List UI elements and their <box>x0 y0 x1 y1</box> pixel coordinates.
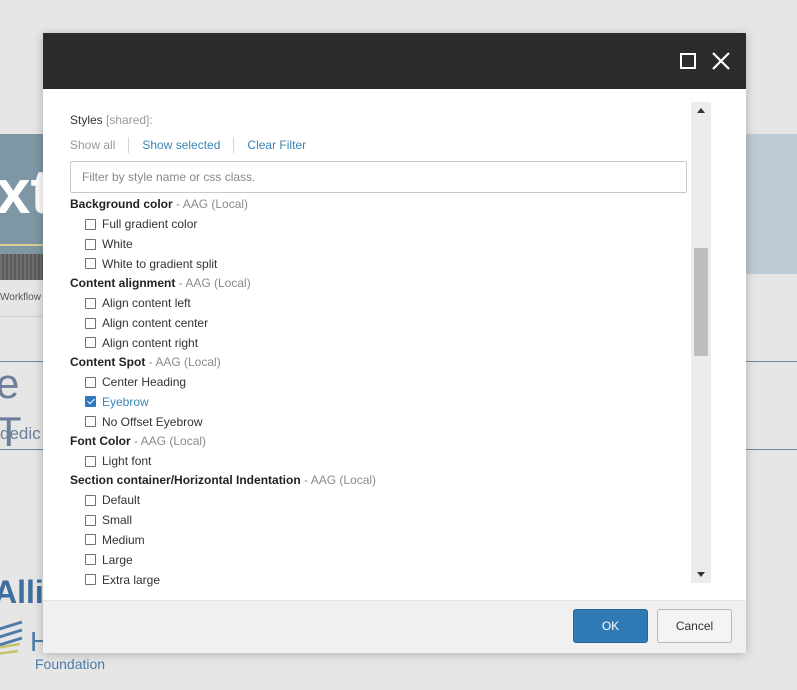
background-strip <box>0 254 43 280</box>
style-option-checkbox[interactable] <box>85 416 96 428</box>
style-option[interactable]: Large <box>70 550 687 570</box>
styles-shared-label: [shared]: <box>106 113 153 127</box>
background-logo-text: Allia <box>0 574 43 610</box>
style-option-label: Eyebrow <box>102 394 149 409</box>
group-source: - AAG (Local) <box>304 472 377 487</box>
style-option-label: Extra large <box>102 572 161 587</box>
style-option[interactable]: Extra large <box>70 570 687 590</box>
dialog-header <box>43 33 746 89</box>
style-option-label: Align content right <box>102 335 199 350</box>
group-source: - AAG (Local) <box>178 275 251 290</box>
style-option-label: White <box>102 237 133 252</box>
style-option-checkbox[interactable] <box>85 238 96 250</box>
background-workflow-tab: Workflow <box>0 292 41 303</box>
styles-dialog: Styles [shared]: Show all Show selected … <box>43 33 746 653</box>
group-source: - AAG (Local) <box>148 354 221 369</box>
style-option-checkbox[interactable] <box>85 534 96 546</box>
logo-mark-icon <box>0 620 23 655</box>
maximize-button[interactable] <box>676 49 700 73</box>
style-option[interactable]: Align content left <box>70 293 687 313</box>
style-option-checkbox[interactable] <box>85 554 96 566</box>
style-group-title: Content alignment - AAG (Local) <box>70 274 687 294</box>
background-banner-text: xt <box>0 158 43 227</box>
background-banner-line <box>0 244 43 246</box>
style-option[interactable]: White to gradient split <box>70 254 687 274</box>
style-option[interactable]: White <box>70 234 687 254</box>
scroll-down-button[interactable] <box>691 565 711 583</box>
cancel-button[interactable]: Cancel <box>657 609 732 643</box>
show-selected-link[interactable]: Show selected <box>129 138 233 152</box>
style-filter-input[interactable] <box>70 161 687 193</box>
filter-links: Show all Show selected Clear Filter <box>70 137 319 153</box>
style-option[interactable]: Medium <box>70 530 687 550</box>
dialog-body: Styles [shared]: Show all Show selected … <box>43 89 746 600</box>
show-all-link[interactable]: Show all <box>70 138 128 152</box>
group-source: - AAG (Local) <box>176 197 249 211</box>
style-option-checkbox[interactable] <box>85 218 96 230</box>
maximize-icon <box>680 53 696 69</box>
style-option-label: Medium <box>102 532 145 547</box>
style-group-title: Background color - AAG (Local) <box>70 195 687 215</box>
scrollbar-thumb[interactable] <box>694 248 708 357</box>
style-option-checkbox[interactable] <box>85 376 96 388</box>
style-option-label: No Offset Eyebrow <box>102 414 203 429</box>
style-option[interactable]: Center Heading <box>70 372 687 392</box>
style-option-label: Default <box>102 493 141 508</box>
close-button[interactable] <box>709 49 733 73</box>
style-option-checkbox[interactable] <box>85 396 96 408</box>
style-option[interactable]: No Offset Eyebrow <box>70 412 687 432</box>
background-banner-right <box>746 134 797 274</box>
style-group-title: Section container/Horizontal Indentation… <box>70 471 687 491</box>
group-name: Background color <box>70 197 173 211</box>
close-icon <box>712 52 730 70</box>
style-option[interactable]: Full gradient color <box>70 215 687 235</box>
style-option[interactable]: Align content center <box>70 313 687 333</box>
style-option[interactable]: Light font <box>70 451 687 471</box>
background-subtext: dedic <box>0 424 41 443</box>
scroll-down-icon <box>697 572 705 577</box>
style-option-label: Large <box>102 552 133 567</box>
styles-label-text: Styles <box>70 113 103 127</box>
style-option-checkbox[interactable] <box>85 258 96 270</box>
clear-filter-link[interactable]: Clear Filter <box>234 138 319 152</box>
style-option-label: White to gradient split <box>102 256 218 271</box>
style-option-checkbox[interactable] <box>85 455 96 467</box>
style-groups: Background color - AAG (Local) Full gradi… <box>70 195 687 589</box>
style-group-title: Content Spot - AAG (Local) <box>70 353 687 373</box>
group-name: Font Color <box>70 433 131 448</box>
vertical-scrollbar[interactable] <box>691 102 711 583</box>
styles-label: Styles [shared]: <box>70 113 153 127</box>
style-option-checkbox[interactable] <box>85 514 96 526</box>
background-divider <box>0 316 43 317</box>
group-source: - AAG (Local) <box>134 433 207 448</box>
ok-button[interactable]: OK <box>573 609 648 643</box>
background-banner: xt <box>0 134 43 254</box>
style-option[interactable]: Small <box>70 510 687 530</box>
group-name: Section container/Horizontal Indentation <box>70 472 301 487</box>
style-option-label: Light font <box>102 454 152 469</box>
style-option[interactable]: Eyebrow <box>70 392 687 412</box>
style-option-checkbox[interactable] <box>85 317 96 329</box>
scroll-up-button[interactable] <box>691 102 711 120</box>
style-option-checkbox[interactable] <box>85 337 96 349</box>
style-option-checkbox[interactable] <box>85 494 96 506</box>
group-name: Content alignment <box>70 275 176 290</box>
background-foundation-label: Foundation <box>35 656 106 672</box>
style-option-label: Align content left <box>102 296 191 311</box>
style-option[interactable]: Default <box>70 490 687 510</box>
style-option-label: Full gradient color <box>102 217 198 232</box>
style-option-label: Align content center <box>102 316 209 331</box>
style-option-label: Center Heading <box>102 375 187 390</box>
scroll-up-icon <box>697 108 705 113</box>
style-option-checkbox[interactable] <box>85 574 96 586</box>
style-option[interactable]: Align content right <box>70 333 687 353</box>
style-option-checkbox[interactable] <box>85 297 96 309</box>
style-group-title: Font Color - AAG (Local) <box>70 432 687 452</box>
group-name: Content Spot <box>70 354 146 369</box>
dialog-footer: OK Cancel <box>43 600 746 653</box>
style-option-label: Small <box>102 513 133 528</box>
